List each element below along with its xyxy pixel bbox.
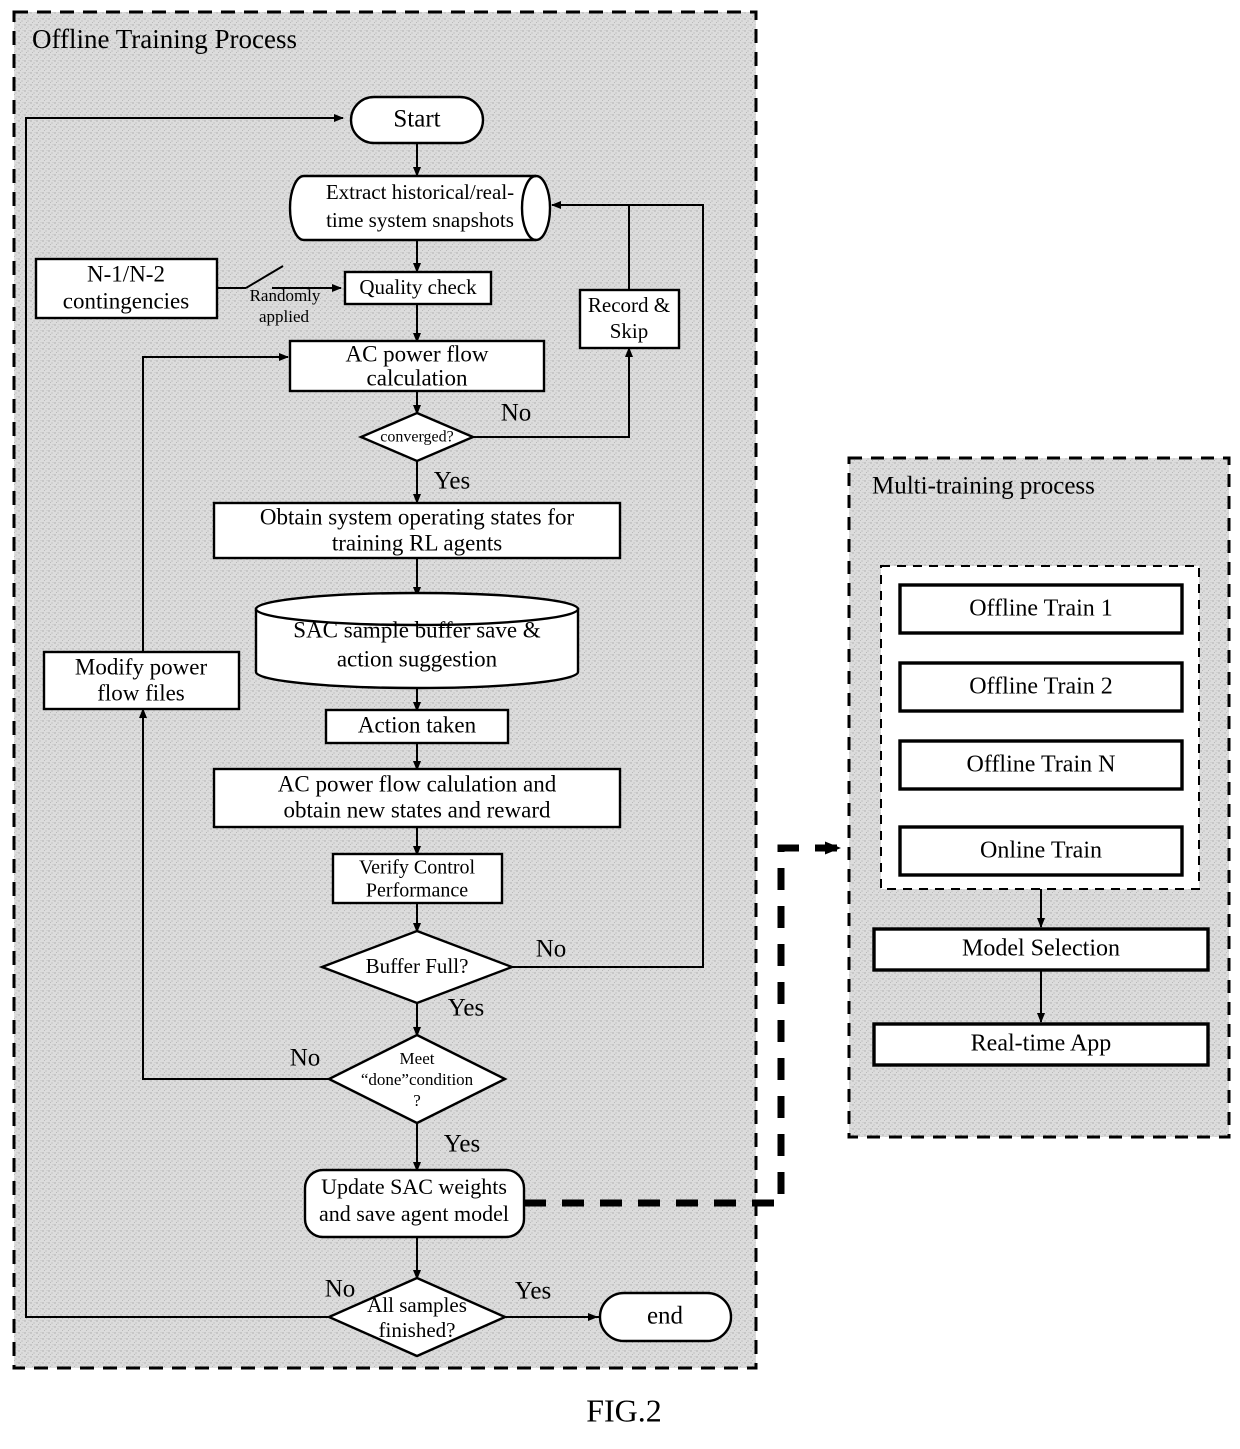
node-obtain-states[interactable]: Obtain system operating states for train… (212, 501, 622, 560)
acpf-new-label-line2: obtain new states and reward (284, 797, 551, 822)
done-condition-label-line2: “done”condition (361, 1070, 474, 1089)
node-modify-power-flow[interactable]: Modify power flow files (42, 650, 241, 711)
label-bufferfull-no: No (536, 936, 567, 963)
node-realtime-app[interactable]: Real-time App (872, 1022, 1210, 1067)
sac-buffer-label-line1: SAC sample buffer save & (293, 617, 541, 642)
label-allsamples-no: No (325, 1276, 356, 1303)
contingencies-label-line2: contingencies (63, 288, 190, 313)
acpf-label-line2: calculation (367, 365, 468, 390)
obtain-states-label-line1: Obtain system operating states for (260, 504, 575, 529)
done-condition-label-line3: ? (413, 1091, 421, 1110)
label-converged-no: No (501, 400, 532, 427)
multi-training-panel: Multi-training process Offline Train 1 O… (847, 456, 1231, 1139)
node-online-train[interactable]: Online Train (898, 825, 1184, 877)
offline-train-1-label: Offline Train 1 (969, 596, 1113, 622)
converged-label: converged? (380, 429, 453, 446)
extract-label-line2: time system snapshots (326, 208, 514, 232)
node-sac-buffer[interactable]: SAC sample buffer save & action suggesti… (254, 591, 580, 690)
node-quality-check[interactable]: Quality check (343, 270, 493, 306)
online-train-label: Online Train (980, 838, 1102, 864)
extract-label-line1: Extract historical/real- (326, 180, 514, 204)
record-skip-label-line2: Skip (610, 319, 649, 343)
figure-canvas: Offline Training Process Start Extract h… (0, 0, 1240, 1449)
node-acpf-new-states[interactable]: AC power flow calulation and obtain new … (212, 767, 622, 829)
node-start[interactable]: Start (349, 95, 485, 145)
label-bufferfull-yes: Yes (448, 995, 484, 1022)
buffer-full-label: Buffer Full? (366, 954, 469, 978)
node-action-taken[interactable]: Action taken (324, 708, 510, 745)
node-offline-train-n[interactable]: Offline Train N (898, 739, 1184, 791)
offline-panel-title: Offline Training Process (32, 24, 297, 54)
record-skip-label-line1: Record & (588, 293, 670, 317)
offline-train-2-label: Offline Train 2 (969, 674, 1113, 700)
node-contingencies[interactable]: N-1/N-2 contingencies (34, 257, 219, 320)
node-verify-control[interactable]: Verify Control Performance (331, 852, 504, 905)
flowchart-svg: Offline Training Process Start Extract h… (12, 10, 1231, 1428)
realtime-app-label: Real-time App (971, 1031, 1112, 1057)
model-selection-label: Model Selection (962, 936, 1120, 962)
figure-caption: FIG.2 (586, 1392, 662, 1428)
label-randomly-applied-line1: Randomly (250, 286, 321, 305)
node-offline-train-2[interactable]: Offline Train 2 (898, 661, 1184, 713)
node-model-selection[interactable]: Model Selection (872, 927, 1210, 972)
update-sac-label-line2: and save agent model (319, 1201, 509, 1226)
start-label: Start (393, 106, 440, 133)
label-done-no: No (290, 1045, 321, 1072)
verify-label-line2: Performance (366, 880, 468, 902)
label-randomly-applied-line2: applied (259, 307, 310, 326)
node-offline-train-1[interactable]: Offline Train 1 (898, 583, 1184, 635)
quality-check-label: Quality check (359, 275, 477, 299)
label-converged-yes: Yes (434, 468, 470, 495)
all-samples-label-line2: finished? (379, 1318, 456, 1342)
modify-power-label-line1: Modify power (75, 654, 208, 679)
acpf-label-line1: AC power flow (345, 341, 488, 366)
label-allsamples-yes: Yes (515, 1278, 551, 1305)
node-update-sac-weights[interactable]: Update SAC weights and save agent model (303, 1168, 526, 1239)
update-sac-label-line1: Update SAC weights (321, 1174, 507, 1199)
done-condition-label-line1: Meet (400, 1049, 435, 1068)
contingencies-label-line1: N-1/N-2 (87, 261, 165, 286)
offline-train-n-label: Offline Train N (967, 752, 1116, 778)
multi-panel-title: Multi-training process (872, 473, 1095, 500)
verify-label-line1: Verify Control (359, 857, 476, 879)
acpf-new-label-line1: AC power flow calulation and (278, 771, 557, 796)
node-extract-snapshots[interactable]: Extract historical/real- time system sna… (288, 174, 552, 242)
node-record-skip[interactable]: Record & Skip (578, 288, 681, 350)
end-label: end (647, 1303, 684, 1330)
node-acpf-calculation[interactable]: AC power flow calculation (288, 339, 546, 393)
label-done-yes: Yes (444, 1131, 480, 1158)
modify-power-label-line2: flow files (97, 680, 185, 705)
sac-buffer-label-line2: action suggestion (337, 646, 498, 671)
node-end[interactable]: end (598, 1291, 733, 1343)
all-samples-label-line1: All samples (367, 1293, 467, 1317)
action-taken-label: Action taken (358, 712, 477, 737)
obtain-states-label-line2: training RL agents (332, 530, 502, 555)
